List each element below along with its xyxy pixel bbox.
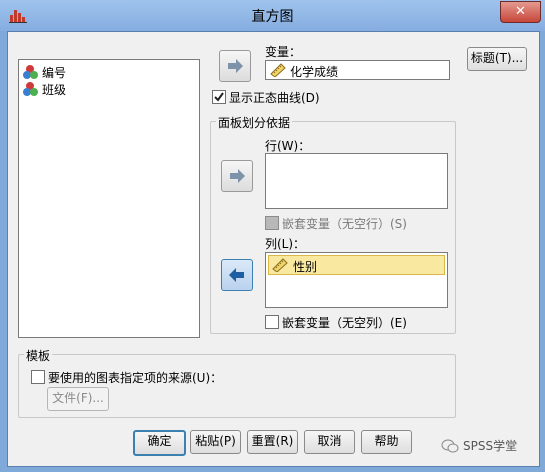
watermark: SPSS学堂 (441, 437, 517, 454)
dialog-window: 直方图 ✕ 编号 班级 变量： 化学成绩 显示正态曲线(D) 面板划分依据 行(… (0, 0, 545, 472)
use-chart-spec-label: 要使用的图表指定项的来源(U)： (48, 371, 223, 385)
rows-list[interactable] (265, 153, 448, 209)
nest-rows-checkbox[interactable] (265, 216, 279, 230)
check-icon (214, 92, 224, 102)
variable-value: 化学成绩 (290, 65, 339, 79)
variable-field[interactable]: 化学成绩 (265, 60, 450, 80)
template-group-title: 模板 (24, 347, 53, 364)
nest-columns-label: 嵌套变量（无空列）(E) (282, 316, 407, 330)
close-button[interactable]: ✕ (500, 1, 541, 23)
variable-name: 编号 (42, 65, 67, 80)
reset-button[interactable]: 重置(R) (247, 430, 298, 454)
columns-list[interactable]: 性别 (265, 252, 448, 308)
rows-label: 行(W)： (265, 139, 311, 153)
normal-curve-label: 显示正态曲线(D) (229, 91, 320, 105)
columns-label: 列(L)： (265, 237, 306, 251)
nest-columns-checkbox[interactable] (265, 315, 279, 329)
titles-button[interactable]: 标题(T)... (467, 47, 527, 71)
nominal-variable-icon (23, 64, 38, 80)
ok-button[interactable]: 确定 (133, 430, 186, 456)
list-item[interactable]: 编号 (23, 64, 66, 80)
arrow-left-icon (229, 268, 244, 282)
nest-rows-label: 嵌套变量（无空行）(S) (282, 217, 407, 231)
list-item[interactable]: 性别 (268, 255, 445, 275)
scale-variable-icon (270, 63, 286, 78)
variable-label: 变量： (265, 45, 302, 59)
variable-name: 班级 (42, 82, 67, 97)
nominal-variable-icon (23, 81, 38, 97)
move-variable-button[interactable] (219, 50, 251, 82)
use-chart-spec-checkbox[interactable] (31, 370, 45, 384)
help-button[interactable]: 帮助 (361, 430, 412, 454)
list-item[interactable]: 班级 (23, 81, 66, 97)
move-to-rows-button[interactable] (221, 160, 253, 192)
title-bar[interactable]: 直方图 ✕ (0, 0, 545, 31)
paste-button[interactable]: 粘贴(P) (190, 430, 241, 454)
source-variable-list[interactable]: 编号 班级 (18, 59, 200, 338)
arrow-right-icon (228, 59, 243, 73)
scale-variable-icon (272, 258, 288, 273)
chat-bubble-icon (441, 439, 459, 452)
window-title: 直方图 (251, 9, 294, 25)
panel-group-title: 面板划分依据 (216, 114, 293, 131)
normal-curve-checkbox[interactable] (212, 90, 226, 104)
move-from-columns-button[interactable] (221, 259, 253, 291)
arrow-right-icon (230, 169, 245, 183)
column-variable-name: 性别 (293, 260, 318, 274)
cancel-button[interactable]: 取消 (304, 430, 355, 454)
file-button[interactable]: 文件(F)... (47, 387, 109, 411)
close-icon: ✕ (515, 4, 526, 19)
watermark-text: SPSS学堂 (463, 439, 518, 453)
